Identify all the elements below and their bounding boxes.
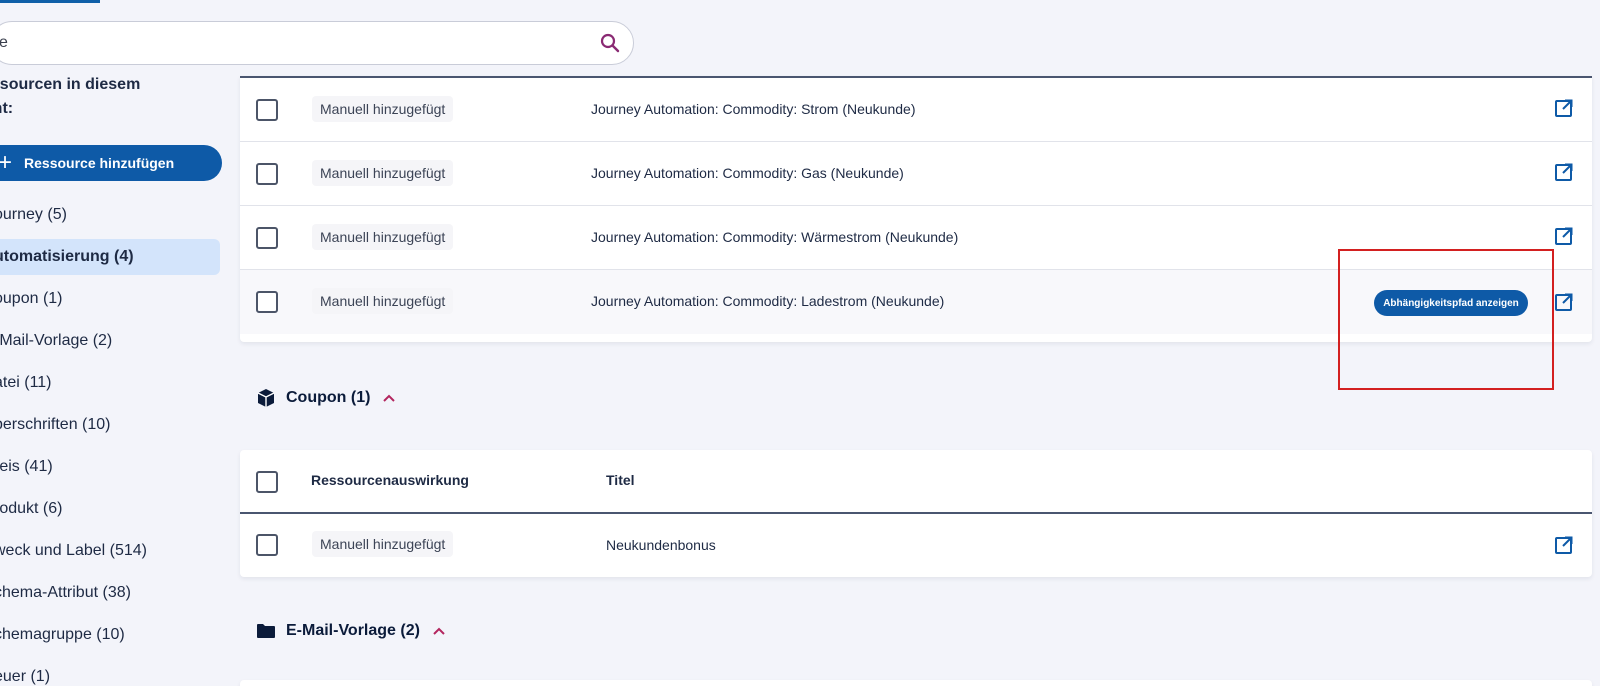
row-checkbox[interactable] — [256, 534, 278, 556]
add-resource-button[interactable]: + Ressource hinzufügen — [0, 145, 222, 181]
external-link-icon[interactable] — [1554, 98, 1574, 123]
impact-badge: Manuell hinzugefügt — [312, 531, 454, 557]
search-icon[interactable] — [599, 32, 621, 59]
table-header: Ressourcenauswirkung Titel — [240, 450, 1592, 514]
sidebar-item-steuer[interactable]: euer (1) — [0, 659, 220, 686]
sidebar-item-produkt[interactable]: rodukt (6) — [0, 491, 220, 527]
table-row[interactable]: Manuell hinzugefügt Neukundenbonus — [240, 514, 1592, 577]
sidebar: essourcen in diesem rint: + Ressource hi… — [0, 0, 230, 686]
sidebar-item-zweck-und-label[interactable]: weck und Label (514) — [0, 533, 220, 569]
row-checkbox[interactable] — [256, 291, 278, 313]
coupon-table: Ressourcenauswirkung Titel Manuell hinzu… — [240, 450, 1592, 577]
section-title-text: Coupon (1) — [286, 389, 371, 406]
sidebar-item-journey[interactable]: ourney (5) — [0, 197, 220, 233]
sidebar-item-label: chema-Attribut (38) — [0, 584, 131, 601]
chevron-up-icon[interactable] — [382, 393, 396, 403]
row-title: Neukundenbonus — [606, 537, 716, 553]
section-header-coupon[interactable]: Coupon (1) — [256, 388, 396, 408]
column-header-impact[interactable]: Ressourcenauswirkung — [311, 472, 469, 488]
sidebar-item-ueberschriften[interactable]: berschriften (10) — [0, 407, 220, 443]
external-link-icon[interactable] — [1554, 226, 1574, 251]
sidebar-item-label: oupon (1) — [0, 290, 63, 307]
sidebar-item-coupon[interactable]: oupon (1) — [0, 281, 220, 317]
sidebar-item-label: euer (1) — [0, 668, 51, 685]
row-title: Journey Automation: Commodity: Strom (Ne… — [591, 101, 916, 117]
row-title: Journey Automation: Commodity: Gas (Neuk… — [591, 165, 904, 181]
table-row[interactable]: Manuell hinzugefügt Journey Automation: … — [240, 78, 1592, 142]
folder-icon — [256, 622, 276, 640]
section-header-email-vorlage[interactable]: E-Mail-Vorlage (2) — [256, 622, 446, 640]
sidebar-item-label: -Mail-Vorlage (2) — [0, 332, 113, 349]
external-link-icon[interactable] — [1554, 535, 1574, 560]
section-title-text: E-Mail-Vorlage (2) — [286, 622, 420, 639]
row-title: Journey Automation: Commodity: Wärmestro… — [591, 229, 959, 245]
impact-badge: Manuell hinzugefügt — [312, 160, 454, 186]
sidebar-item-preis[interactable]: reis (41) — [0, 449, 220, 485]
email-vorlage-table — [240, 680, 1592, 686]
column-header-title[interactable]: Titel — [606, 472, 635, 488]
table-row[interactable]: Manuell hinzugefügt Journey Automation: … — [240, 142, 1592, 206]
add-resource-label: Ressource hinzufügen — [24, 155, 175, 171]
external-link-icon[interactable] — [1554, 292, 1574, 317]
sidebar-item-email-vorlage[interactable]: -Mail-Vorlage (2) — [0, 323, 220, 359]
impact-badge: Manuell hinzugefügt — [312, 96, 454, 122]
row-checkbox[interactable] — [256, 227, 278, 249]
sidebar-item-automatisierung[interactable]: utomatisierung (4) — [0, 239, 220, 275]
sidebar-item-label: reis (41) — [0, 458, 53, 475]
impact-badge: Manuell hinzugefügt — [312, 288, 454, 314]
plus-icon: + — [0, 149, 13, 176]
row-checkbox[interactable] — [256, 99, 278, 121]
sidebar-item-label: weck und Label (514) — [0, 542, 147, 559]
chevron-up-icon[interactable] — [432, 626, 446, 636]
sidebar-item-schema-attribut[interactable]: chema-Attribut (38) — [0, 575, 220, 611]
sidebar-item-label: berschriften (10) — [0, 416, 111, 433]
row-checkbox[interactable] — [256, 163, 278, 185]
impact-badge: Manuell hinzugefügt — [312, 224, 454, 250]
select-all-checkbox[interactable] — [256, 471, 278, 493]
highlight-annotation-box — [1338, 249, 1554, 390]
row-title: Journey Automation: Commodity: Ladestrom… — [591, 293, 945, 309]
sidebar-item-label: chemagruppe (10) — [0, 626, 125, 643]
sidebar-item-schemagruppe[interactable]: chemagruppe (10) — [0, 617, 220, 653]
sidebar-item-datei[interactable]: atei (11) — [0, 365, 220, 401]
sidebar-item-label: utomatisierung (4) — [0, 248, 134, 265]
cube-icon — [256, 388, 276, 408]
sidebar-item-label: ourney (5) — [0, 206, 67, 223]
sidebar-item-label: atei (11) — [0, 374, 52, 391]
sidebar-heading: essourcen in diesem rint: — [0, 76, 141, 117]
sidebar-item-label: rodukt (6) — [0, 500, 63, 517]
external-link-icon[interactable] — [1554, 162, 1574, 187]
